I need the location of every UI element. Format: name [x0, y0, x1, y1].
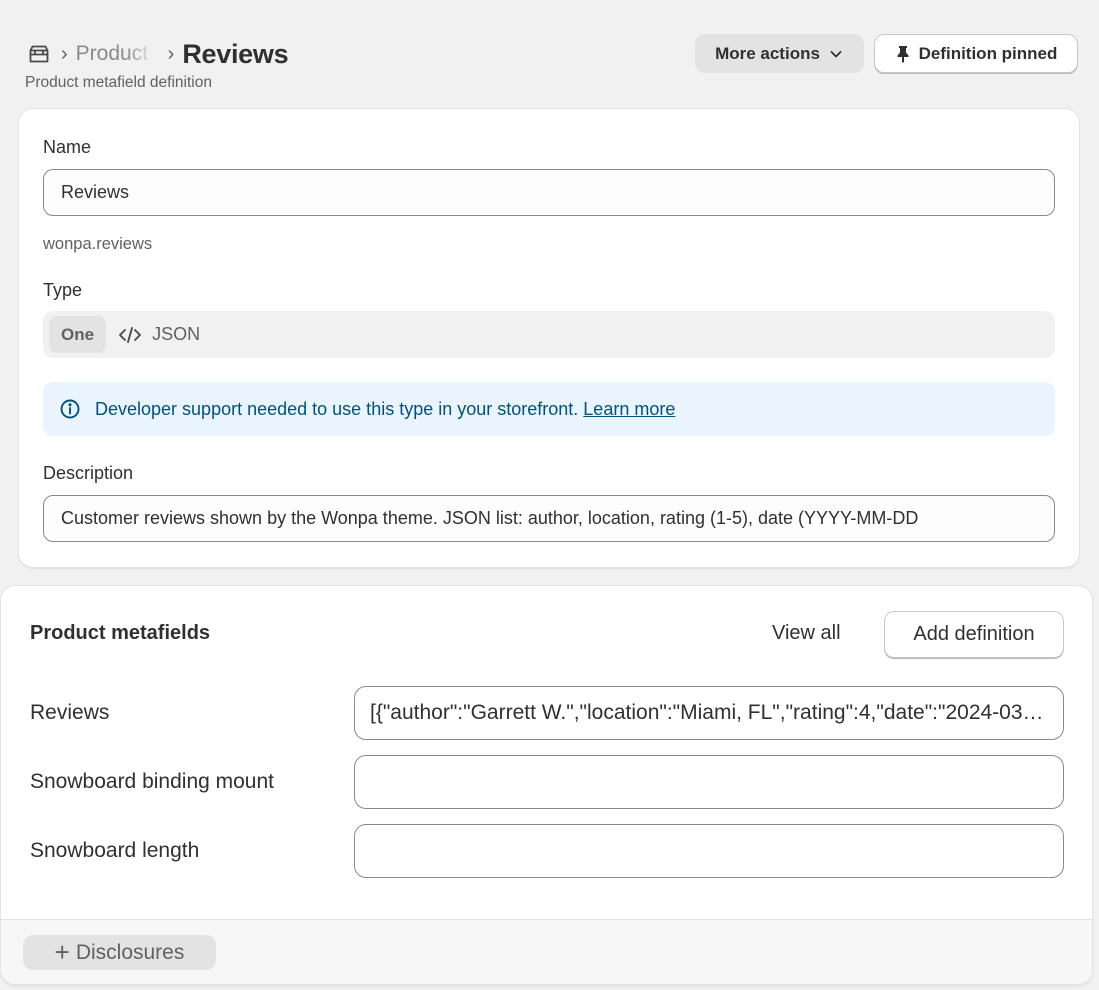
- developer-support-banner: Developer support needed to use this typ…: [43, 382, 1055, 436]
- breadcrumb-parent-link[interactable]: Product: [76, 42, 154, 66]
- definition-pinned-label: Definition pinned: [918, 43, 1058, 63]
- definition-pinned-button[interactable]: Definition pinned: [874, 34, 1078, 73]
- metafield-input-reviews[interactable]: [{"author":"Garrett W.","location":"Miam…: [354, 686, 1064, 740]
- more-actions-button[interactable]: More actions: [695, 34, 864, 73]
- metafield-label-reviews: Reviews: [30, 701, 110, 724]
- product-metafields-card: Product metafields View all Add definiti…: [1, 586, 1092, 984]
- description-label: Description: [43, 463, 134, 483]
- breadcrumb-separator: ›: [61, 43, 68, 65]
- metafield-label-length: Snowboard length: [30, 839, 200, 862]
- metafields-footer: + Disclosures: [1, 919, 1092, 984]
- more-actions-label: More actions: [715, 43, 820, 63]
- type-name: JSON: [152, 324, 201, 344]
- breadcrumb-separator: ›: [167, 43, 175, 65]
- description-input[interactable]: Customer reviews shown by the Wonpa them…: [43, 495, 1055, 542]
- plus-icon: +: [54, 936, 70, 967]
- product-metafields-title: Product metafields: [30, 622, 211, 644]
- metafield-input-binding-mount[interactable]: [354, 755, 1064, 809]
- description-input-value: Customer reviews shown by the Wonpa them…: [61, 508, 919, 528]
- name-input-value: Reviews: [61, 182, 130, 202]
- type-cardinality-badge: One: [49, 316, 107, 353]
- disclosures-label: Disclosures: [75, 940, 185, 964]
- banner-text: Developer support needed to use this typ…: [95, 398, 579, 419]
- page-title: Reviews: [182, 38, 289, 69]
- pin-icon: [897, 45, 909, 63]
- info-icon: [60, 399, 80, 419]
- store-icon[interactable]: [27, 42, 51, 66]
- metafield-value-reviews: [{"author":"Garrett W.","location":"Miam…: [370, 701, 1048, 724]
- page-header: › Product › Reviews Product metafield de…: [25, 34, 1078, 98]
- name-input[interactable]: Reviews: [43, 169, 1055, 216]
- metafield-input-length[interactable]: [354, 824, 1064, 878]
- chevron-down-icon: [830, 50, 842, 57]
- name-label: Name: [43, 137, 92, 157]
- metafield-label-binding-mount: Snowboard binding mount: [30, 770, 275, 793]
- definition-card: Name Reviews wonpa.reviews Type One JSON…: [19, 109, 1079, 567]
- code-icon: [119, 326, 142, 343]
- page-subtitle: Product metafield definition: [25, 74, 212, 91]
- type-field: One JSON: [43, 311, 1055, 358]
- add-definition-button[interactable]: Add definition: [884, 611, 1064, 658]
- disclosures-button[interactable]: + Disclosures: [23, 935, 216, 970]
- breadcrumb: › Product › Reviews: [27, 38, 289, 70]
- type-label: Type: [43, 280, 83, 300]
- namespace-key: wonpa.reviews: [43, 235, 153, 253]
- view-all-button[interactable]: View all: [772, 622, 841, 645]
- learn-more-link[interactable]: Learn more: [583, 399, 675, 420]
